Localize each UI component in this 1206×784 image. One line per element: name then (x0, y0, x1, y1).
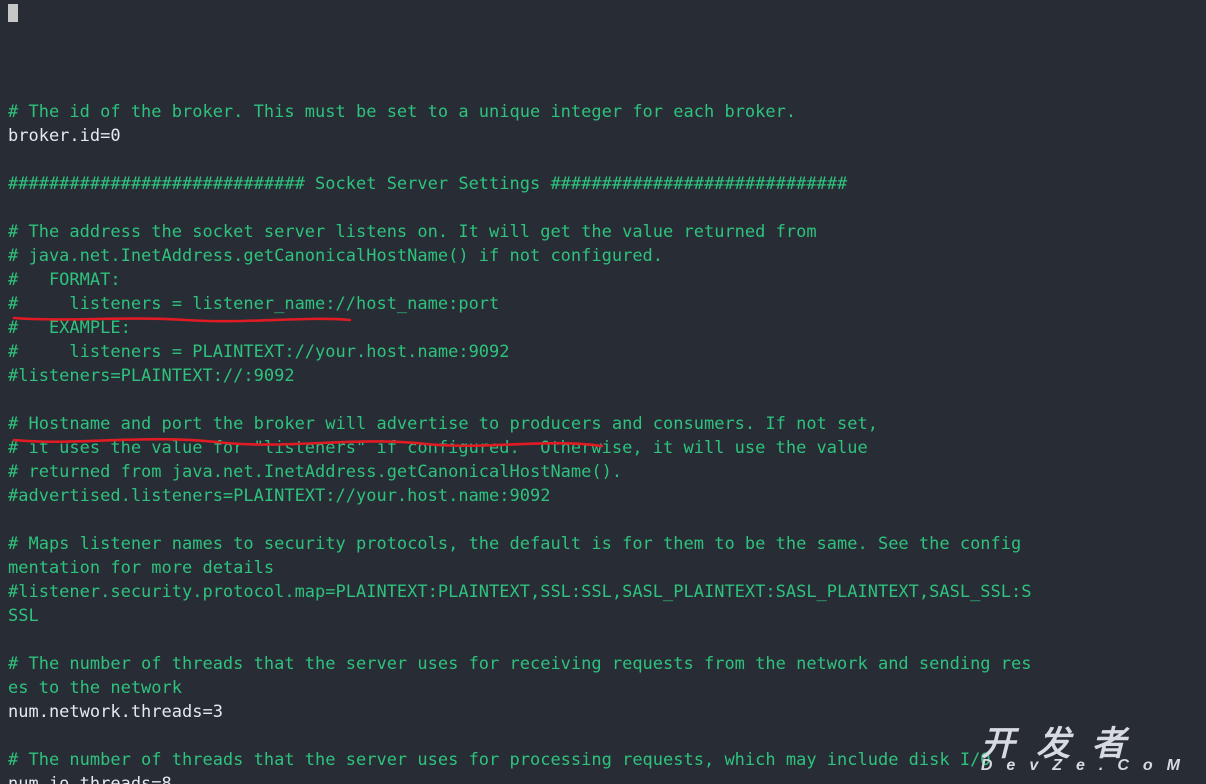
code-line: ############################# Socket Ser… (8, 172, 1198, 196)
code-line: # returned from java.net.InetAddress.get… (8, 460, 1198, 484)
code-line: # it uses the value for "listeners" if c… (8, 436, 1198, 460)
code-line: es to the network (8, 676, 1198, 700)
text-editor[interactable]: # The id of the broker. This must be set… (0, 0, 1206, 784)
code-line: #advertised.listeners=PLAINTEXT://your.h… (8, 484, 1198, 508)
text-cursor (8, 4, 18, 22)
code-line: # The id of the broker. This must be set… (8, 100, 1198, 124)
watermark: 开 发 者 DevZe.CoM (981, 732, 1194, 778)
blank-line (8, 196, 1198, 220)
code-line: # listeners = listener_name://host_name:… (8, 292, 1198, 316)
code-line: #listener.security.protocol.map=PLAINTEX… (8, 580, 1198, 604)
code-line: # The address the socket server listens … (8, 220, 1198, 244)
blank-line (8, 628, 1198, 652)
code-line: # Maps listener names to security protoc… (8, 532, 1198, 556)
blank-line (8, 388, 1198, 412)
code-line: # java.net.InetAddress.getCanonicalHostN… (8, 244, 1198, 268)
code-line: # Hostname and port the broker will adve… (8, 412, 1198, 436)
blank-line (8, 508, 1198, 532)
file-content: # The id of the broker. This must be set… (8, 76, 1198, 784)
code-line: broker.id=0 (8, 124, 1198, 148)
code-line: # listeners = PLAINTEXT://your.host.name… (8, 340, 1198, 364)
code-line: mentation for more details (8, 556, 1198, 580)
blank-line (8, 76, 1198, 100)
code-line: SSL (8, 604, 1198, 628)
watermark-sub: DevZe.CoM (981, 754, 1194, 778)
code-line: # The number of threads that the server … (8, 652, 1198, 676)
blank-line (8, 148, 1198, 172)
code-line: #listeners=PLAINTEXT://:9092 (8, 364, 1198, 388)
code-line: # EXAMPLE: (8, 316, 1198, 340)
code-line: # FORMAT: (8, 268, 1198, 292)
code-line: num.network.threads=3 (8, 700, 1198, 724)
